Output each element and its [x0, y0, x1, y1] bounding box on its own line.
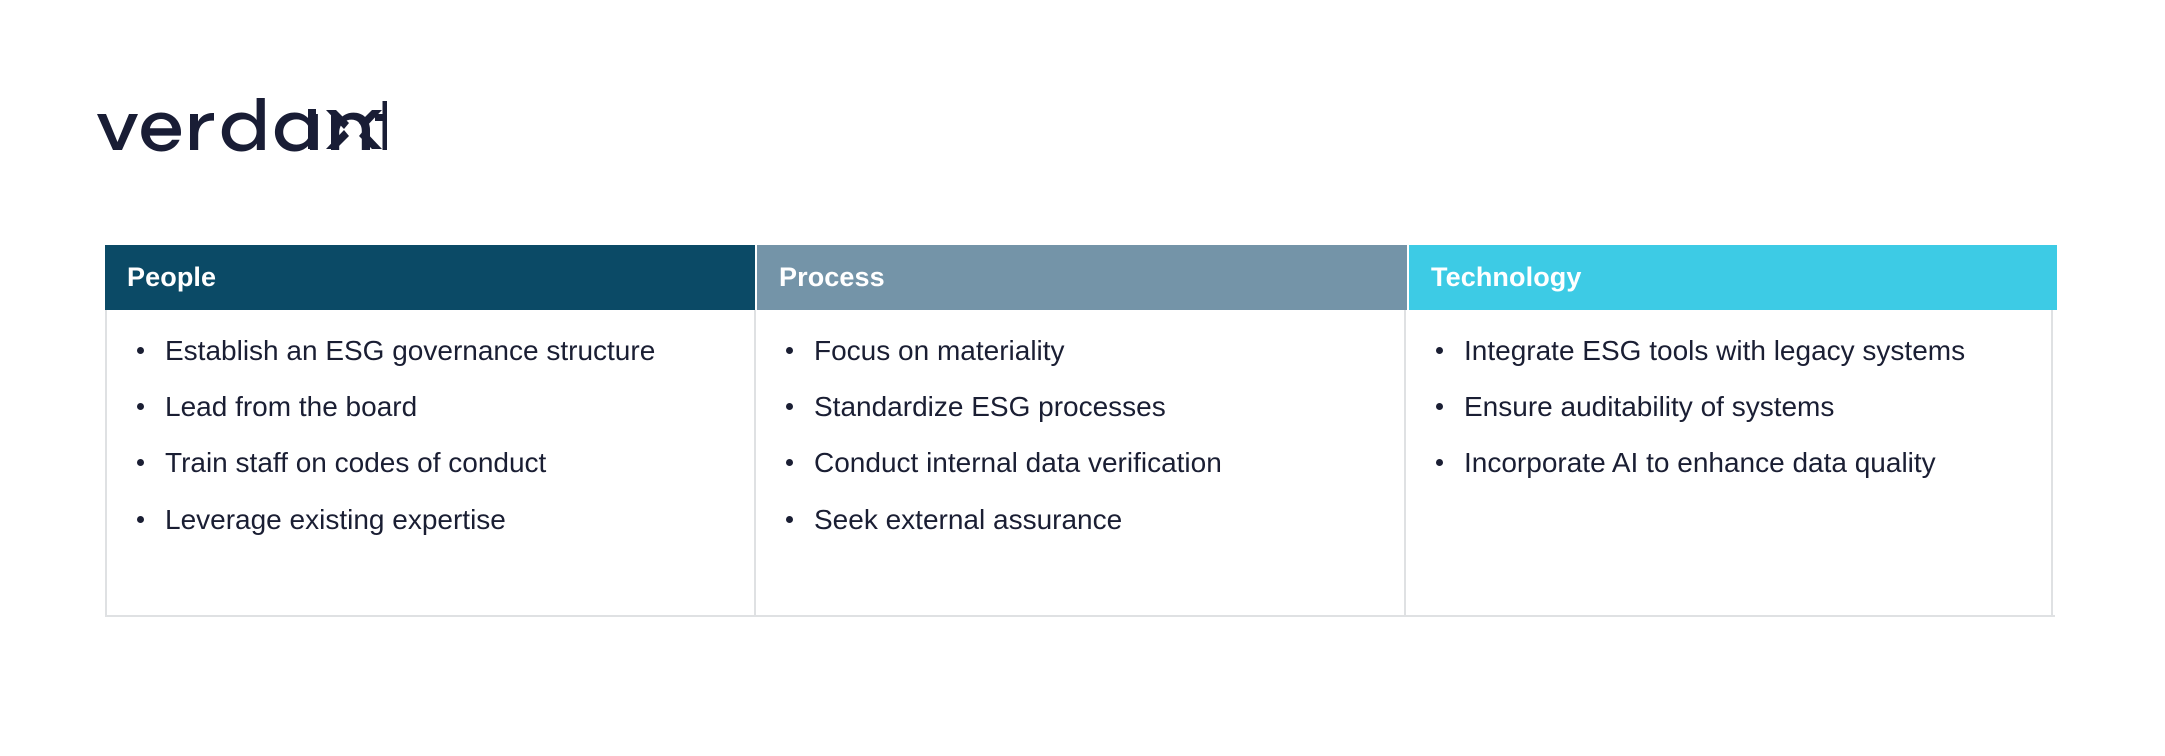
list-item: Incorporate AI to enhance data quality: [1430, 444, 2010, 481]
column-body-process: Focus on materiality Standardize ESG pro…: [755, 310, 1405, 615]
list-item: Focus on materiality: [780, 332, 1360, 369]
column-header-label: Technology: [1431, 262, 1582, 292]
column-header-label: People: [127, 262, 217, 292]
list-item: Lead from the board: [131, 388, 711, 425]
column-header-people: People: [105, 245, 755, 310]
bullet-list-technology: Integrate ESG tools with legacy systems …: [1430, 332, 2027, 482]
table-header-row: People Process Technology: [105, 245, 2057, 310]
table-body-row: Establish an ESG governance structure Le…: [105, 310, 2055, 617]
list-item: Integrate ESG tools with legacy systems: [1430, 332, 2010, 369]
column-body-technology: Integrate ESG tools with legacy systems …: [1405, 310, 2053, 615]
column-body-people: Establish an ESG governance structure Le…: [105, 310, 755, 615]
column-header-process: Process: [757, 245, 1407, 310]
column-header-technology: Technology: [1409, 245, 2057, 310]
bullet-list-people: Establish an ESG governance structure Le…: [131, 332, 730, 538]
bullet-list-process: Focus on materiality Standardize ESG pro…: [780, 332, 1380, 538]
list-item: Conduct internal data verification: [780, 444, 1360, 481]
column-header-label: Process: [779, 262, 885, 292]
list-item: Train staff on codes of conduct: [131, 444, 711, 481]
list-item: Seek external assurance: [780, 501, 1360, 538]
list-item: Ensure auditability of systems: [1430, 388, 2010, 425]
list-item: Leverage existing expertise: [131, 501, 711, 538]
verdantix-star-x-icon: [308, 109, 382, 149]
list-item: Standardize ESG processes: [780, 388, 1360, 425]
people-process-technology-table: People Process Technology Establish an E…: [105, 245, 2057, 617]
list-item: Establish an ESG governance structure: [131, 332, 711, 369]
slide-canvas: People Process Technology Establish an E…: [0, 0, 2165, 756]
